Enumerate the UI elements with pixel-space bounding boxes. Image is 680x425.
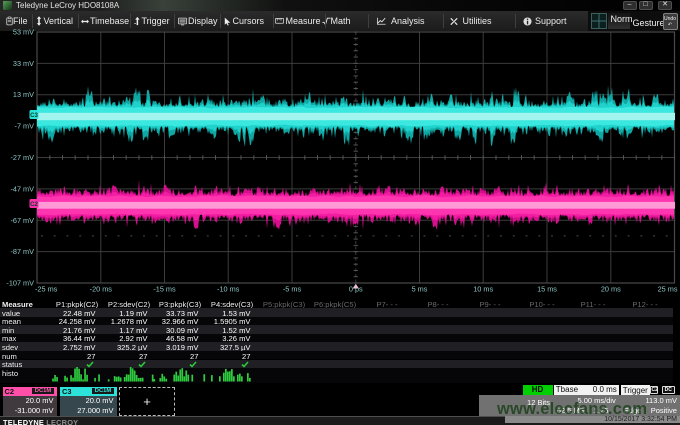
svg-text:10 ms: 10 ms xyxy=(473,285,493,294)
svg-text:C2: C2 xyxy=(30,202,38,208)
svg-text:20 ms: 20 ms xyxy=(601,285,621,294)
svg-text:-20 ms: -20 ms xyxy=(90,285,113,294)
svg-text:13 mV: 13 mV xyxy=(13,90,34,99)
svg-text:33 mV: 33 mV xyxy=(13,59,34,68)
svg-text:-15 ms: -15 ms xyxy=(153,285,176,294)
svg-text:53 mV: 53 mV xyxy=(13,28,34,37)
svg-text:-67 mV: -67 mV xyxy=(10,216,34,225)
svg-text:25 ms: 25 ms xyxy=(658,285,678,294)
svg-text:-25 ms: -25 ms xyxy=(35,285,58,294)
svg-text:-47 mV: -47 mV xyxy=(10,184,34,193)
svg-text:-107 mV: -107 mV xyxy=(6,279,34,288)
svg-text:15 ms: 15 ms xyxy=(537,285,557,294)
svg-text:C3: C3 xyxy=(30,113,38,119)
svg-text:-5 ms: -5 ms xyxy=(283,285,302,294)
svg-text:-7 mV: -7 mV xyxy=(15,122,35,131)
svg-text:-27 mV: -27 mV xyxy=(10,153,34,162)
svg-text:5 ms: 5 ms xyxy=(412,285,428,294)
svg-text:-87 mV: -87 mV xyxy=(10,247,34,256)
svg-text:-10 ms: -10 ms xyxy=(217,285,240,294)
